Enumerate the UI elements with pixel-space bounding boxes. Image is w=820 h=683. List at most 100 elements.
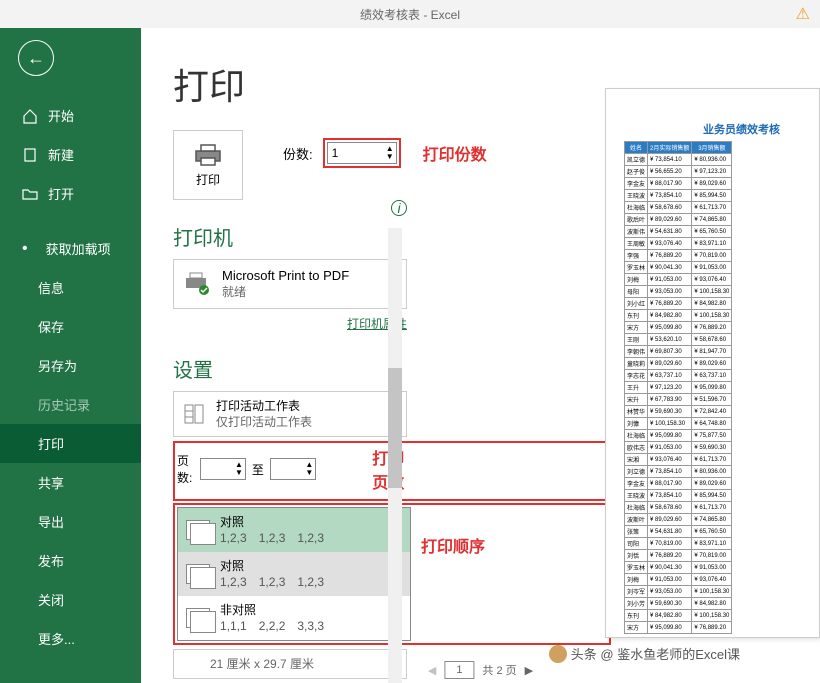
nav-export[interactable]: 导出 — [0, 502, 141, 541]
paper-size-select[interactable]: 21 厘米 x 29.7 厘米 ▼ — [173, 649, 407, 679]
nav-label: 开始 — [48, 106, 74, 125]
table-row: 杜海临¥ 58,678.60¥ 61,713.70 — [625, 502, 732, 514]
annotation-order: 打印顺序 — [421, 533, 485, 557]
table-row: 司阳¥ 70,819.00¥ 83,971.10 — [625, 538, 732, 550]
nav-more[interactable]: 更多... — [0, 619, 141, 658]
table-row: 王周敏¥ 93,076.40¥ 83,971.10 — [625, 238, 732, 250]
spinner-arrows-icon[interactable]: ▲▼ — [386, 145, 394, 161]
scrollbar[interactable] — [388, 228, 402, 683]
print-button[interactable]: 打印 — [173, 130, 243, 200]
window-title: 绩效考核表 - Excel — [360, 6, 460, 23]
table-row: 母阳¥ 93,053.00¥ 100,158.30 — [625, 286, 732, 298]
next-page-button[interactable]: ▶ — [525, 664, 533, 677]
table-row: 宋升¥ 67,783.90¥ 51,596.70 — [625, 394, 732, 406]
table-row: 刘立德¥ 73,854.10¥ 80,936.00 — [625, 466, 732, 478]
table-row: 宋湘¥ 93,076.40¥ 61,713.70 — [625, 454, 732, 466]
table-row: 李强¥ 76,889.20¥ 70,819.00 — [625, 250, 732, 262]
pages-icon — [186, 520, 210, 540]
table-row: 王晓波¥ 73,854.10¥ 85,994.50 — [625, 490, 732, 502]
table-row: 刘恬¥ 76,889.20¥ 70,819.00 — [625, 550, 732, 562]
collate-dropdown[interactable]: 对照 1,2,3 1,2,3 1,2,3 ▼ 对照 1,2,3 1,2,3 1,… — [177, 507, 411, 641]
pages-icon — [186, 564, 210, 584]
nav-publish[interactable]: 发布 — [0, 541, 141, 580]
table-row: 王刚¥ 53,620.10¥ 58,678.60 — [625, 334, 732, 346]
nav-save[interactable]: 保存 — [0, 307, 141, 346]
watermark: 头条 @ 鉴水鱼老师的Excel课 — [549, 644, 740, 663]
copies-input[interactable]: 1 ▲▼ — [327, 142, 397, 164]
table-row: 刘小红¥ 76,889.20¥ 84,982.80 — [625, 298, 732, 310]
table-row: 歌后叶¥ 89,029.60¥ 74,865.80 — [625, 214, 732, 226]
table-row: 童晓莉¥ 89,029.60¥ 89,029.60 — [625, 358, 732, 370]
backstage-sidebar: ← 开始 新建 打开 获取加载项 信息 保存 另存为 历史记录 打印 共享 导出… — [0, 28, 141, 683]
table-row: 杜海临¥ 95,099.80¥ 75,877.50 — [625, 430, 732, 442]
table-row: 欧伟志¥ 91,053.00¥ 59,690.30 — [625, 442, 732, 454]
table-row: 罗玉林¥ 90,041.30¥ 91,053.00 — [625, 262, 732, 274]
table-row: 张策¥ 54,631.80¥ 65,760.50 — [625, 526, 732, 538]
table-row: 东刊¥ 84,982.80¥ 100,158.30 — [625, 310, 732, 322]
nav-info[interactable]: 信息 — [0, 268, 141, 307]
nav-label: 打开 — [48, 184, 74, 203]
scroll-thumb[interactable] — [388, 368, 402, 488]
nav-home[interactable]: 开始 — [0, 96, 141, 135]
preview-page: 业务员绩效考核 姓名2月实际销售额3月销售额 凯立德¥ 73,854.10¥ 8… — [605, 88, 820, 638]
annotation-copies: 打印份数 — [423, 141, 487, 165]
table-row: 李志花¥ 63,737.10¥ 63,737.10 — [625, 370, 732, 382]
table-row: 刘梅¥ 91,053.00¥ 93,076.40 — [625, 574, 732, 586]
table-row: 刘岑军¥ 93,053.00¥ 100,158.30 — [625, 586, 732, 598]
table-row: 刘梅¥ 91,053.00¥ 93,076.40 — [625, 274, 732, 286]
copies-label: 份数: — [283, 144, 313, 163]
nav-new[interactable]: 新建 — [0, 135, 141, 174]
table-row: 东刊¥ 84,982.80¥ 100,158.30 — [625, 610, 732, 622]
table-row: 李金友¥ 88,017.90¥ 89,029.60 — [625, 478, 732, 490]
nav-close[interactable]: 关闭 — [0, 580, 141, 619]
collate-option-selected[interactable]: 对照 1,2,3 1,2,3 1,2,3 ▼ — [178, 508, 410, 552]
page-from-input[interactable]: ▲▼ — [200, 458, 246, 480]
page-number-input[interactable]: 1 — [444, 661, 474, 679]
home-icon — [22, 108, 38, 124]
page-to-input[interactable]: ▲▼ — [270, 458, 316, 480]
printer-status-icon — [184, 272, 212, 296]
pages-label: 页数: — [177, 452, 194, 486]
table-row: 波斯叶¥ 89,029.60¥ 74,865.80 — [625, 514, 732, 526]
table-row: 宋方¥ 95,099.80¥ 76,889.20 — [625, 622, 732, 634]
table-row: 罗玉林¥ 90,041.30¥ 91,053.00 — [625, 562, 732, 574]
table-row: 林赞华¥ 59,690.30¥ 72,842.40 — [625, 406, 732, 418]
page-total: 共 2 页 — [482, 662, 516, 678]
nav-history[interactable]: 历史记录 — [0, 385, 141, 424]
collate-option-collated[interactable]: 对照 1,2,3 1,2,3 1,2,3 ▷ — [178, 552, 410, 596]
table-row: 王晓波¥ 73,854.10¥ 85,994.50 — [625, 190, 732, 202]
spinner-arrows-icon[interactable]: ▲▼ — [235, 461, 243, 477]
info-icon[interactable]: i — [391, 200, 407, 216]
sheet-title: 业务员绩效考核 — [664, 121, 819, 137]
table-row: 李金友¥ 88,017.90¥ 89,029.60 — [625, 178, 732, 190]
table-row: 王升¥ 97,123.20¥ 95,099.80 — [625, 382, 732, 394]
page-navigator: ◀ 1 共 2 页 ▶ — [428, 661, 533, 679]
table-row: 赵子俊¥ 56,655.20¥ 97,123.20 — [625, 166, 732, 178]
table-row: 波斯伟¥ 54,631.80¥ 65,760.50 — [625, 226, 732, 238]
table-row: 刘小芳¥ 59,690.30¥ 84,982.80 — [625, 598, 732, 610]
print-panel: 打印 打印 份数: 1 ▲▼ 打印份数 打印机 i — [141, 28, 820, 683]
table-row: 刘慷¥ 100,158.30¥ 64,748.80 — [625, 418, 732, 430]
nav-addins[interactable]: 获取加载项 — [0, 229, 141, 268]
preview-table: 姓名2月实际销售额3月销售额 凯立德¥ 73,854.10¥ 80,936.00… — [624, 141, 732, 634]
printer-properties-link[interactable]: 打印机属性 — [173, 315, 407, 332]
nav-print[interactable]: 打印 — [0, 424, 141, 463]
print-what-select[interactable]: 打印活动工作表 仅打印活动工作表 ▼ — [173, 391, 407, 437]
table-row: 凯立德¥ 73,854.10¥ 80,936.00 — [625, 154, 732, 166]
table-row: 宋方¥ 95,099.80¥ 76,889.20 — [625, 322, 732, 334]
new-icon — [22, 147, 38, 163]
sheets-icon — [182, 402, 206, 426]
spinner-arrows-icon[interactable]: ▲▼ — [305, 461, 313, 477]
back-button[interactable]: ← — [18, 40, 54, 76]
prev-page-button[interactable]: ◀ — [428, 664, 436, 677]
avatar-icon — [549, 645, 567, 663]
nav-share[interactable]: 共享 — [0, 463, 141, 502]
nav-saveas[interactable]: 另存为 — [0, 346, 141, 385]
nav-open[interactable]: 打开 — [0, 174, 141, 213]
table-row: 李朝伟¥ 69,807.30¥ 81,947.70 — [625, 346, 732, 358]
print-preview: 业务员绩效考核 姓名2月实际销售额3月销售额 凯立德¥ 73,854.10¥ 8… — [605, 88, 820, 638]
printer-icon — [192, 143, 224, 167]
printer-select[interactable]: Microsoft Print to PDF 就绪 ▼ — [173, 259, 407, 309]
title-bar: 绩效考核表 - Excel ⚠ — [0, 0, 820, 28]
collate-option-uncollated[interactable]: 非对照 1,1,1 2,2,2 3,3,3 — [178, 596, 410, 640]
